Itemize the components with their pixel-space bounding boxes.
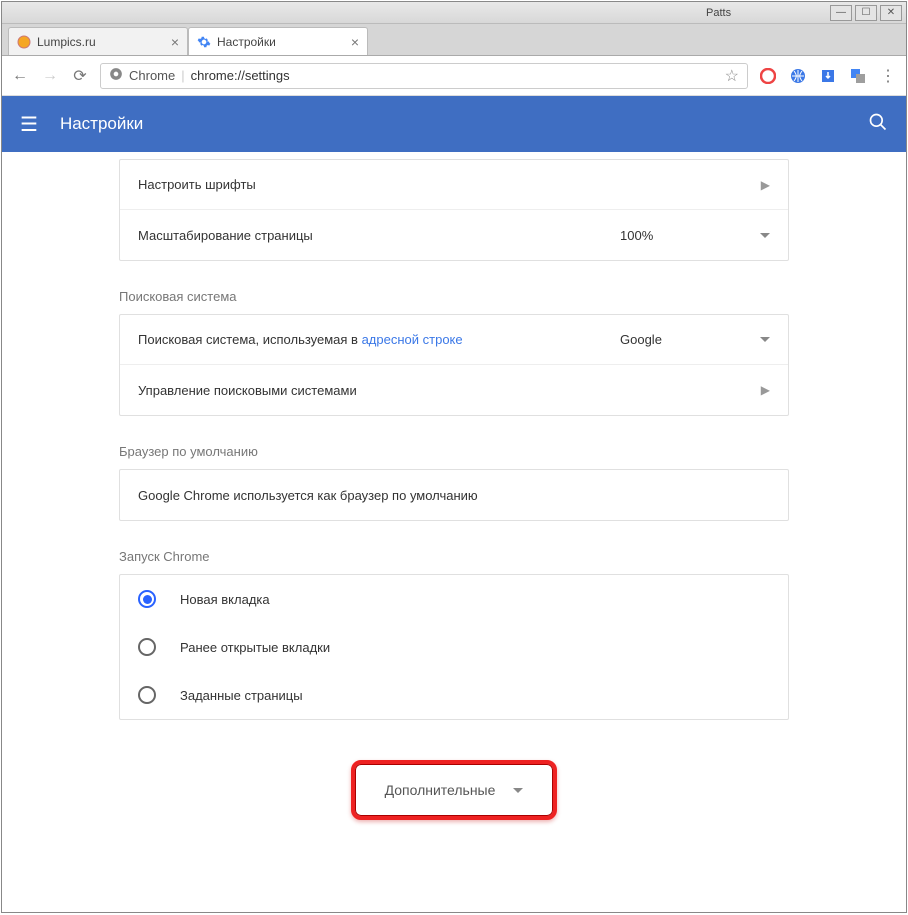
tab-label: Lumpics.ru: [37, 35, 96, 49]
settings-header: ☰ Настройки: [2, 96, 906, 152]
origin-label: Chrome: [129, 68, 175, 83]
row-label: Настроить шрифты: [138, 177, 256, 192]
advanced-section: Дополнительные: [119, 760, 789, 820]
caret-down-icon: [513, 788, 523, 793]
search-icon[interactable]: [868, 112, 888, 137]
opera-ext-icon[interactable]: [758, 66, 778, 86]
row-label: Масштабирование страницы: [138, 228, 313, 243]
chrome-origin-icon: [109, 67, 123, 84]
select-value: 100%: [620, 228, 653, 243]
default-browser-status-row: Google Chrome используется как браузер п…: [120, 470, 788, 520]
back-icon[interactable]: ←: [10, 67, 30, 85]
settings-content: Настроить шрифты ▶ Масштабирование стран…: [119, 153, 789, 860]
tab-label: Настройки: [217, 35, 276, 49]
advanced-toggle-button[interactable]: Дополнительные: [351, 760, 558, 820]
search-engine-select[interactable]: Google: [620, 332, 770, 347]
customize-fonts-row[interactable]: Настроить шрифты ▶: [120, 160, 788, 210]
browser-tab-lumpics[interactable]: Lumpics.ru ×: [8, 27, 188, 55]
page-title: Настройки: [60, 114, 143, 134]
caret-down-icon: [760, 233, 770, 238]
default-browser-section-label: Браузер по умолчанию: [119, 444, 789, 459]
radio-button-icon[interactable]: [138, 590, 156, 608]
row-label: Поисковая система, используемая в адресн…: [138, 332, 463, 347]
search-engine-row[interactable]: Поисковая система, используемая в адресн…: [120, 315, 788, 365]
maximize-button[interactable]: ☐: [855, 5, 877, 21]
address-bar: ← → ⟳ Chrome | chrome://settings ☆ ⋮: [2, 56, 906, 96]
row-label: Управление поисковыми системами: [138, 383, 357, 398]
forward-icon: →: [40, 67, 60, 85]
chevron-right-icon: ▶: [761, 178, 770, 192]
option-label: Заданные страницы: [180, 688, 303, 703]
chevron-right-icon: ▶: [761, 383, 770, 397]
close-window-button[interactable]: ✕: [880, 5, 902, 21]
globe-ext-icon[interactable]: [788, 66, 808, 86]
startup-option-continue[interactable]: Ранее открытые вкладки: [120, 623, 788, 671]
app-label: Patts: [706, 7, 731, 19]
titlebar: Patts — ☐ ✕: [2, 2, 906, 24]
window-frame: Patts — ☐ ✕ Lumpics.ru × Настройки × ← →…: [1, 1, 907, 913]
startup-option-specific-pages[interactable]: Заданные страницы: [120, 671, 788, 719]
divider: |: [181, 68, 184, 83]
download-ext-icon[interactable]: [818, 66, 838, 86]
menu-dots-icon[interactable]: ⋮: [878, 66, 898, 86]
page-zoom-select[interactable]: 100%: [620, 228, 770, 243]
caret-down-icon: [760, 337, 770, 342]
bookmark-star-icon[interactable]: ☆: [725, 66, 739, 86]
status-text: Google Chrome используется как браузер п…: [138, 488, 478, 503]
appearance-card: Настроить шрифты ▶ Масштабирование стран…: [119, 159, 789, 261]
content-viewport[interactable]: Настроить шрифты ▶ Масштабирование стран…: [3, 153, 905, 911]
option-label: Новая вкладка: [180, 592, 270, 607]
address-bar-link[interactable]: адресной строке: [362, 332, 463, 347]
radio-button-icon[interactable]: [138, 686, 156, 704]
advanced-label: Дополнительные: [385, 782, 496, 798]
search-engine-section-label: Поисковая система: [119, 289, 789, 304]
url-text: chrome://settings: [191, 68, 290, 83]
close-tab-icon[interactable]: ×: [171, 34, 179, 50]
close-tab-icon[interactable]: ×: [351, 34, 359, 50]
reload-icon[interactable]: ⟳: [70, 66, 90, 86]
gear-icon: [197, 35, 211, 49]
radio-button-icon[interactable]: [138, 638, 156, 656]
option-label: Ранее открытые вкладки: [180, 640, 330, 655]
hamburger-menu-icon[interactable]: ☰: [20, 112, 38, 137]
browser-tab-settings[interactable]: Настройки ×: [188, 27, 368, 55]
tabs-bar: Lumpics.ru × Настройки ×: [2, 24, 906, 56]
search-engine-card: Поисковая система, используемая в адресн…: [119, 314, 789, 416]
orange-circle-icon: [17, 35, 31, 49]
startup-section-label: Запуск Chrome: [119, 549, 789, 564]
manage-search-engines-row[interactable]: Управление поисковыми системами ▶: [120, 365, 788, 415]
omnibox[interactable]: Chrome | chrome://settings ☆: [100, 63, 748, 89]
default-browser-card: Google Chrome используется как браузер п…: [119, 469, 789, 521]
startup-option-new-tab[interactable]: Новая вкладка: [120, 575, 788, 623]
page-zoom-row[interactable]: Масштабирование страницы 100%: [120, 210, 788, 260]
translate-ext-icon[interactable]: [848, 66, 868, 86]
select-value: Google: [620, 332, 662, 347]
minimize-button[interactable]: —: [830, 5, 852, 21]
startup-card: Новая вкладка Ранее открытые вкладки Зад…: [119, 574, 789, 720]
